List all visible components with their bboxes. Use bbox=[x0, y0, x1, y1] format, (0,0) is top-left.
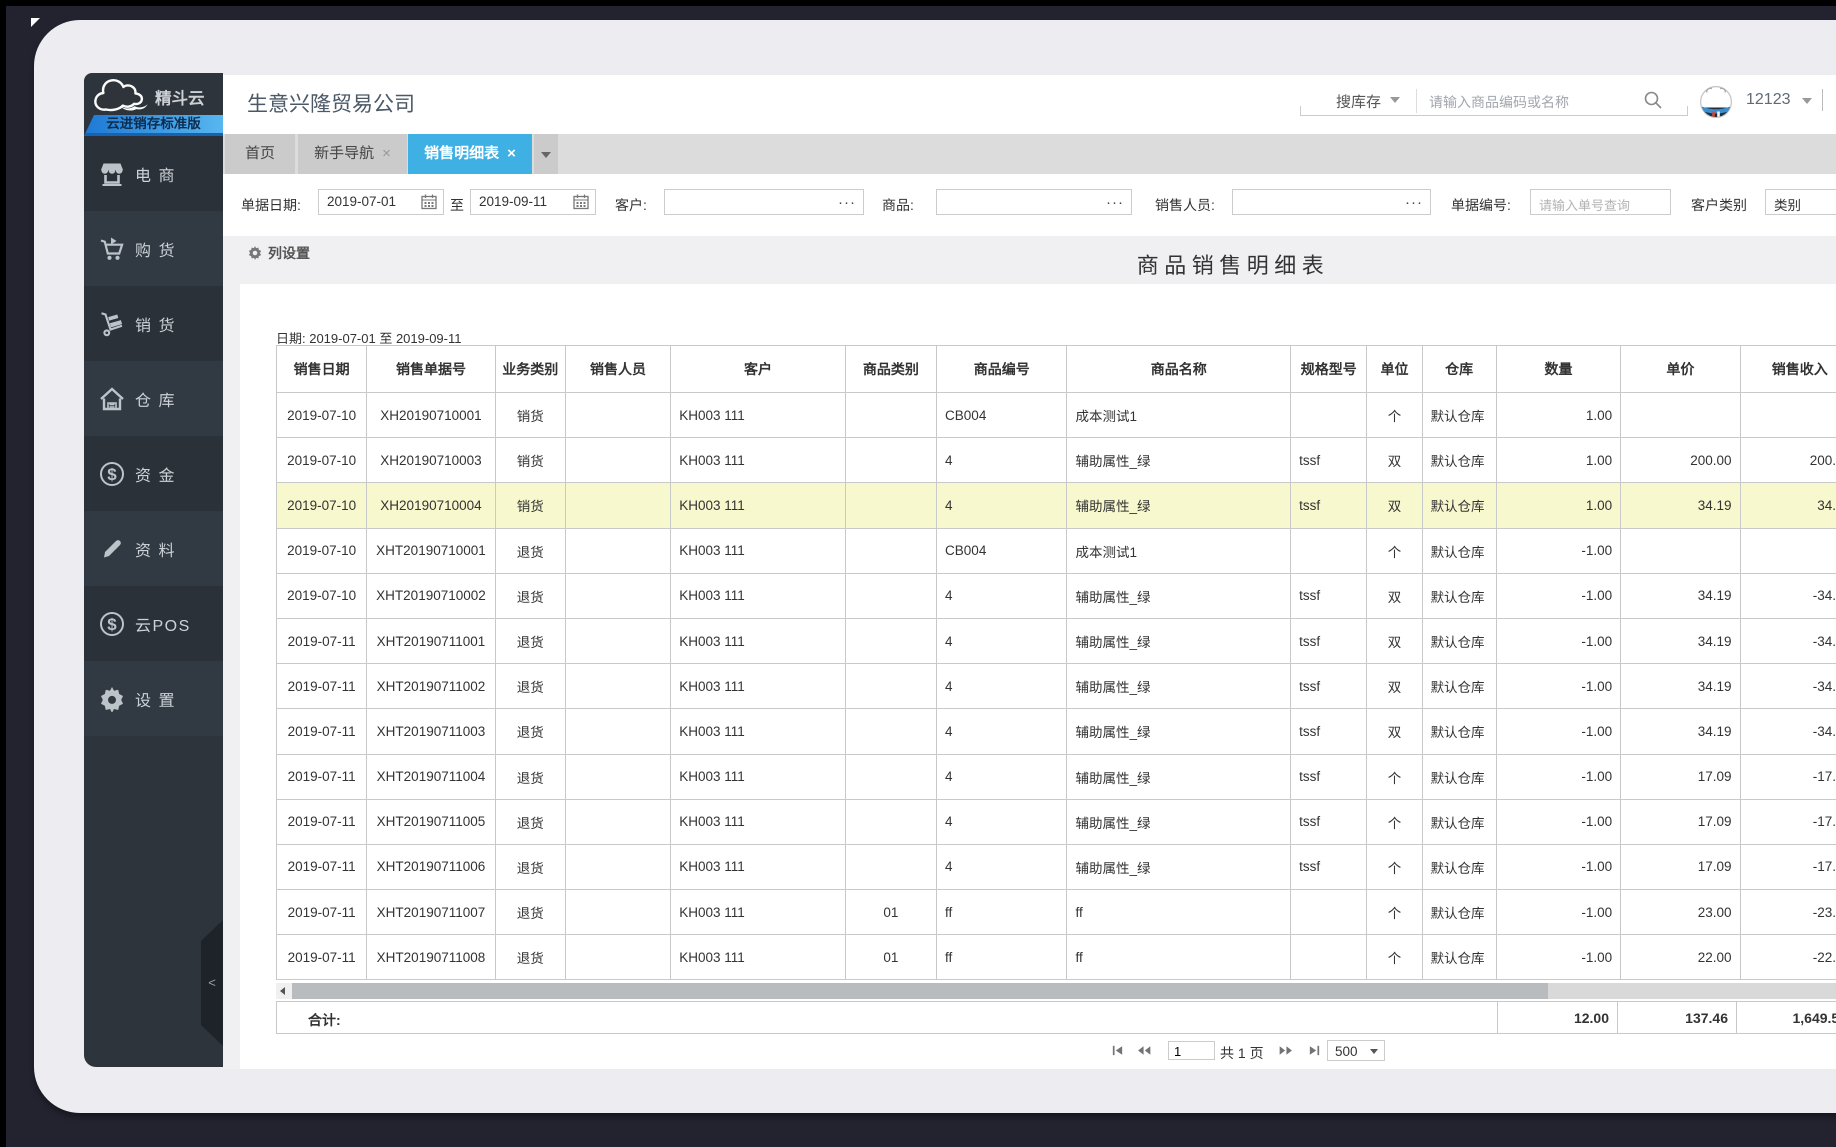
svg-text:$: $ bbox=[107, 615, 117, 634]
svg-text:$: $ bbox=[107, 465, 117, 484]
svg-text:精斗云: 精斗云 bbox=[155, 85, 205, 109]
